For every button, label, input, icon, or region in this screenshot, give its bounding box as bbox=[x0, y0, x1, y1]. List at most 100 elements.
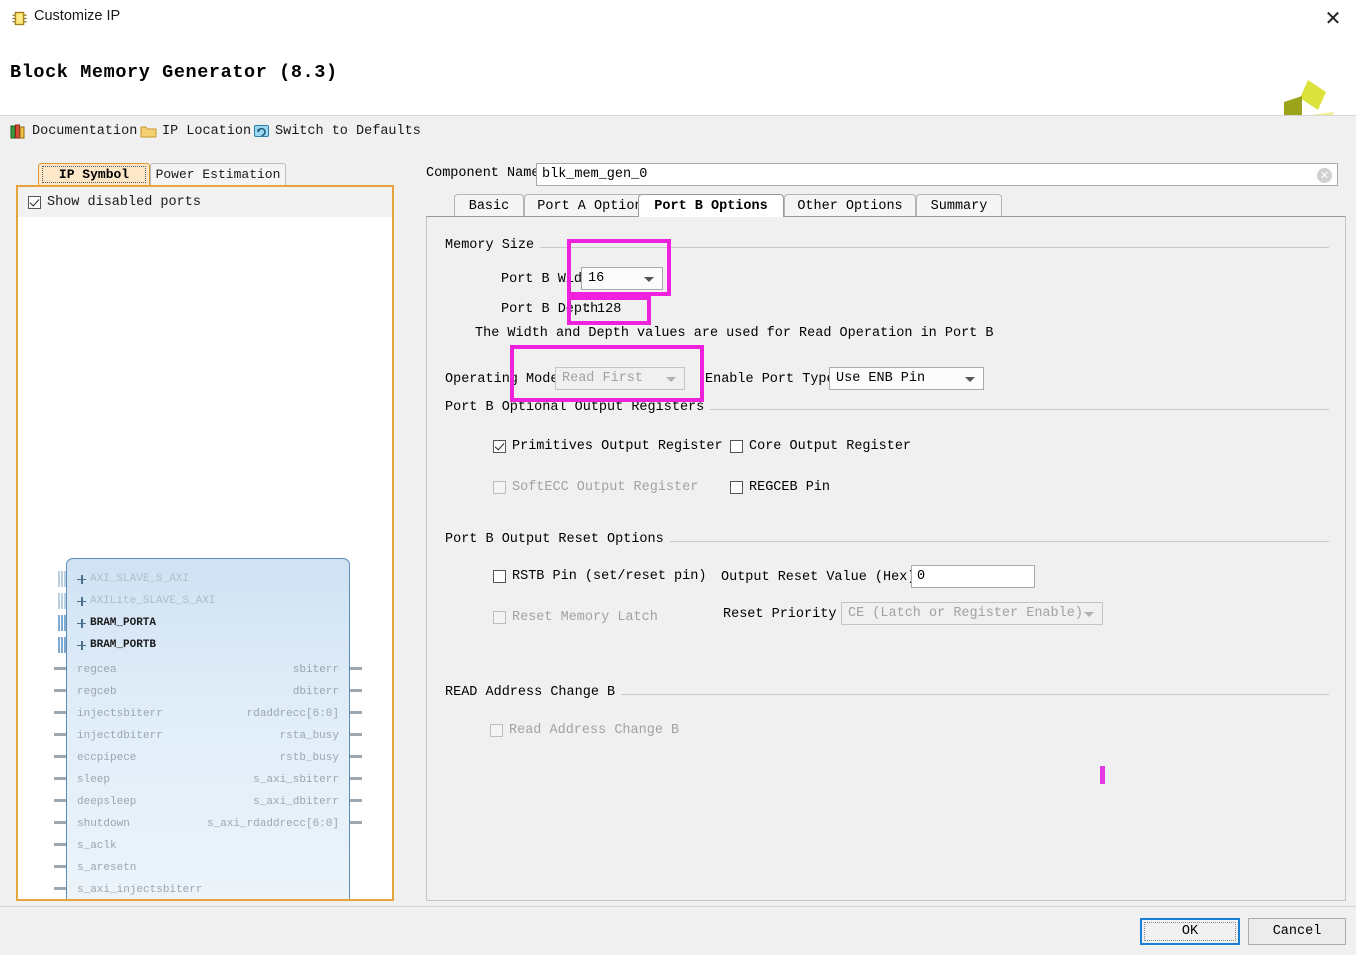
output-reset-options-section-title: Port B Output Reset Options bbox=[445, 532, 670, 547]
dialog-footer: OK Cancel bbox=[0, 906, 1356, 955]
tab-summary[interactable]: Summary bbox=[916, 194, 1002, 217]
reset-priority-label: Reset Priority bbox=[723, 607, 837, 622]
operating-mode-value: Read First bbox=[562, 371, 644, 386]
pin-label: deepsleep bbox=[77, 796, 137, 808]
clear-circle-icon[interactable]: ✕ bbox=[1317, 168, 1332, 183]
output-pin-5: s_axi_sbiterr bbox=[253, 769, 339, 791]
pin-label: shutdown bbox=[77, 818, 130, 830]
tab-power-estimation-label: Power Estimation bbox=[155, 167, 281, 182]
pin-stub bbox=[54, 711, 66, 714]
tab-port-b-options-label: Port B Options bbox=[654, 198, 768, 214]
bus-label: BRAM_PORTB bbox=[90, 639, 157, 651]
folder-icon bbox=[140, 126, 157, 137]
switch-to-defaults-button[interactable]: Switch to Defaults bbox=[253, 120, 421, 142]
output-pin-6: s_axi_dbiterr bbox=[253, 791, 339, 813]
checkbox-box bbox=[490, 724, 503, 737]
tab-power-estimation[interactable]: Power Estimation bbox=[150, 163, 286, 185]
output-reset-value-input[interactable]: 0 bbox=[911, 565, 1035, 588]
regceb-pin-checkbox[interactable]: REGCEB Pin bbox=[730, 480, 830, 495]
pin-stub bbox=[350, 733, 362, 736]
ip-symbol-canvas: AXI_SLAVE_S_AXI AXILite_SLAVE_S_AXI BRAM… bbox=[18, 217, 392, 899]
output-pin-2: rdaddrecc[6:0] bbox=[247, 703, 339, 725]
pin-stub bbox=[54, 755, 66, 758]
regceb-pin-label: REGCEB Pin bbox=[749, 480, 831, 495]
pin-label: rsta_busy bbox=[279, 730, 339, 742]
component-name-value: blk_mem_gen_0 bbox=[542, 167, 648, 182]
read-address-change-b-label: Read Address Change B bbox=[509, 723, 680, 738]
left-panel-tabs: IP Symbol Power Estimation bbox=[38, 163, 298, 185]
pin-stub bbox=[54, 799, 66, 802]
rstb-pin-checkbox[interactable]: RSTB Pin (set/reset pin) bbox=[493, 569, 706, 584]
output-pin-7: s_axi_rdaddrecc[6:0] bbox=[207, 813, 339, 835]
tab-other-options-label: Other Options bbox=[797, 198, 903, 214]
pin-label: s_axi_rdaddrecc[6:0] bbox=[206, 818, 339, 830]
pin-stub bbox=[54, 865, 66, 868]
enable-port-type-label: Enable Port Type bbox=[705, 372, 835, 387]
documentation-button[interactable]: Documentation bbox=[10, 120, 137, 142]
softecc-output-register-label: SoftECC Output Register bbox=[512, 480, 699, 495]
bus-connector-axi-slave bbox=[58, 571, 67, 587]
component-name-label: Component Name bbox=[426, 166, 540, 181]
operating-mode-dropdown[interactable]: Read First bbox=[555, 367, 685, 390]
pin-stub bbox=[54, 821, 66, 824]
read-address-change-b-checkbox: Read Address Change B bbox=[490, 723, 679, 738]
focus-outline bbox=[1144, 922, 1236, 941]
port-b-depth-value: 128 bbox=[597, 302, 622, 317]
expand-plus-icon[interactable] bbox=[77, 640, 86, 650]
ok-button[interactable]: OK bbox=[1140, 918, 1240, 945]
core-output-register-label: Core Output Register bbox=[749, 439, 912, 454]
refresh-icon bbox=[254, 124, 269, 137]
reset-priority-dropdown[interactable]: CE (Latch or Register Enable) bbox=[841, 602, 1103, 625]
tab-ip-symbol[interactable]: IP Symbol bbox=[38, 163, 150, 185]
memory-size-section-title: Memory Size bbox=[445, 238, 541, 253]
customize-ip-dialog: Customize IP ✕ Block Memory Generator (8… bbox=[0, 0, 1356, 955]
tab-basic[interactable]: Basic bbox=[454, 194, 524, 217]
read-address-change-section-title: READ Address Change B bbox=[445, 685, 622, 700]
checkbox-box bbox=[730, 481, 743, 494]
input-pin-2: injectsbiterr bbox=[77, 703, 163, 725]
pin-stub bbox=[54, 777, 66, 780]
pin-label: s_axi_sbiterr bbox=[253, 774, 339, 786]
expand-plus-icon[interactable] bbox=[77, 618, 86, 628]
title-bar: Customize IP ✕ bbox=[0, 0, 1356, 38]
bus-bram-porta: BRAM_PORTA bbox=[77, 612, 156, 634]
expand-plus-icon[interactable] bbox=[77, 596, 86, 606]
primitives-output-register-checkbox[interactable]: Primitives Output Register bbox=[493, 439, 723, 454]
pin-label: injectdbiterr bbox=[77, 730, 163, 742]
input-pin-4: eccpipece bbox=[77, 747, 136, 769]
reset-memory-latch-checkbox: Reset Memory Latch bbox=[493, 610, 658, 625]
enable-port-type-dropdown[interactable]: Use ENB Pin bbox=[829, 367, 984, 390]
tab-other-options[interactable]: Other Options bbox=[784, 194, 916, 217]
ip-chip-icon bbox=[12, 11, 27, 26]
output-pin-0: sbiterr bbox=[293, 659, 339, 681]
component-name-input[interactable]: blk_mem_gen_0 ✕ bbox=[536, 163, 1338, 186]
header-band: Block Memory Generator (8.3) bbox=[0, 38, 1356, 134]
ip-location-button[interactable]: IP Location bbox=[140, 120, 251, 142]
documentation-label: Documentation bbox=[32, 123, 138, 139]
checkbox-box bbox=[493, 440, 506, 453]
core-output-register-checkbox[interactable]: Core Output Register bbox=[730, 439, 911, 454]
cancel-button[interactable]: Cancel bbox=[1248, 918, 1346, 945]
close-icon[interactable]: ✕ bbox=[1320, 6, 1346, 32]
chevron-down-icon bbox=[965, 377, 975, 382]
bus-connector-bram-portb bbox=[58, 637, 67, 653]
reset-priority-value: CE (Latch or Register Enable) bbox=[848, 606, 1083, 621]
tab-port-b-options[interactable]: Port B Options bbox=[638, 194, 784, 217]
ip-symbol-panel: Show disabled ports AXI_SLAVE_S_AXI AXIL… bbox=[16, 185, 394, 901]
input-pin-3: injectdbiterr bbox=[77, 725, 163, 747]
port-b-width-dropdown[interactable]: 16 bbox=[581, 267, 663, 290]
switch-to-defaults-label: Switch to Defaults bbox=[275, 123, 421, 139]
pin-label: injectsbiterr bbox=[77, 708, 163, 720]
primitives-output-register-label: Primitives Output Register bbox=[512, 439, 723, 454]
chevron-down-icon bbox=[644, 277, 654, 282]
checkbox-box bbox=[493, 481, 506, 494]
show-disabled-ports-checkbox[interactable] bbox=[28, 195, 41, 209]
pin-stub bbox=[54, 689, 66, 692]
expand-plus-icon[interactable] bbox=[77, 574, 86, 584]
show-disabled-ports-row[interactable]: Show disabled ports bbox=[18, 187, 392, 217]
bus-bram-portb: BRAM_PORTB bbox=[77, 634, 156, 656]
section-divider bbox=[445, 247, 1329, 248]
output-pin-3: rsta_busy bbox=[280, 725, 339, 747]
bus-connector-axilite-slave bbox=[58, 593, 67, 609]
pin-label: s_aresetn bbox=[77, 862, 137, 874]
